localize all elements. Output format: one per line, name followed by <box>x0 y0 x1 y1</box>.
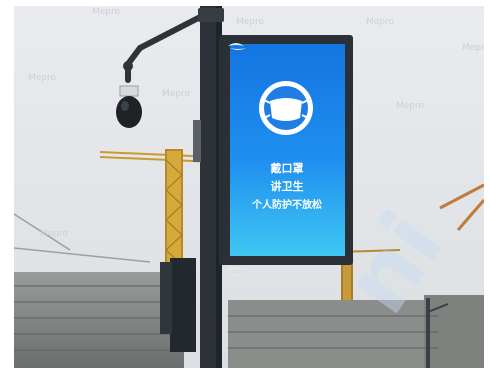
screen-line-2: 讲卫生 <box>271 179 304 193</box>
watermark-text: Mepro <box>236 17 265 27</box>
watermark-text: Mepro <box>396 101 425 111</box>
watermark-text: Mepro <box>40 229 69 239</box>
watermark-text: Mepro <box>162 89 191 99</box>
screen-line-3: 个人防护不放松 <box>251 198 322 211</box>
watermark-text: Mepro <box>92 7 121 17</box>
led-screen: 戴口罩 讲卫生 个人防护不放松 <box>230 44 345 256</box>
street-scene-photo: 戴口罩 讲卫生 个人防护不放松 Mepro Mepro Mepro Mepro … <box>0 0 490 374</box>
screen-line-1: 戴口罩 <box>271 161 304 175</box>
watermark-text: Mepro <box>366 17 395 27</box>
watermark-text: Mepro <box>28 73 57 83</box>
